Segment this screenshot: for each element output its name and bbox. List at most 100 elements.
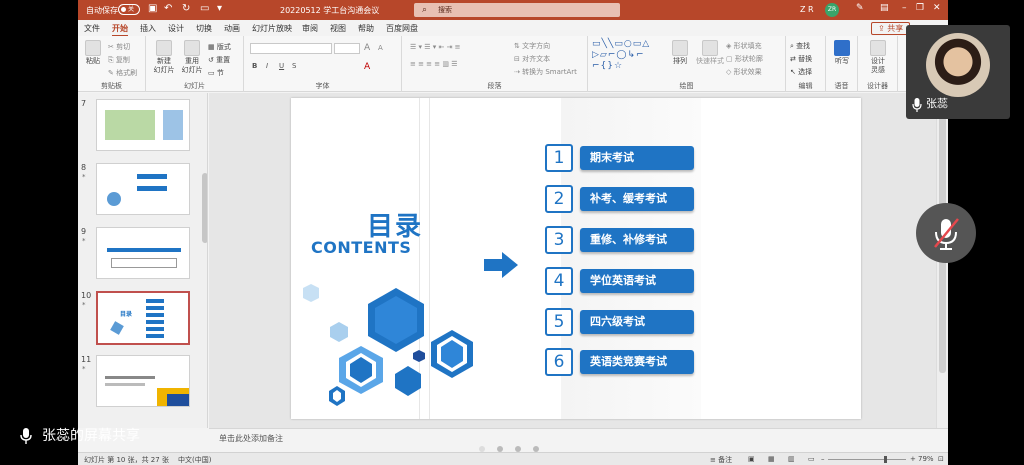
toc-item-label: 补考、缓考考试 — [580, 187, 694, 211]
slide-thumbnail-9[interactable] — [96, 227, 190, 279]
search-input[interactable]: ⌕ 搜索 — [414, 3, 620, 17]
notes-pane[interactable]: 单击此处添加备注 — [209, 428, 948, 452]
find-button[interactable]: ⌕ 查找 — [790, 41, 810, 51]
reset-button[interactable]: ↺ 重置 — [208, 55, 230, 65]
search-placeholder: 搜索 — [438, 6, 452, 14]
undo-icon[interactable]: ↶ — [164, 3, 172, 15]
fit-slide-icon[interactable]: ⊡ — [938, 455, 944, 463]
quick-styles-icon — [702, 40, 718, 56]
font-size-select[interactable] — [334, 43, 360, 54]
new-slide-icon — [156, 40, 172, 56]
zoom-slider[interactable] — [828, 456, 906, 463]
current-slide[interactable]: 目录 CONTENTS 1 期末考试 2 补考、缓考考试 3 重修、补修考试 4… — [291, 98, 861, 419]
quick-styles-button[interactable]: 快速样式 — [696, 40, 724, 66]
section-button[interactable]: ▭ 节 — [208, 68, 224, 78]
cut-button[interactable]: ✂ 剪切 — [108, 42, 130, 52]
designer-button[interactable]: 设计 灵感 — [864, 40, 892, 75]
notes-toggle[interactable]: ≡ 备注 — [710, 455, 732, 465]
user-avatar[interactable]: ZR — [825, 3, 839, 17]
normal-view-icon[interactable]: ▣ — [748, 455, 755, 463]
tab-review[interactable]: 审阅 — [302, 23, 318, 34]
tab-slideshow[interactable]: 幻灯片放映 — [252, 23, 292, 34]
toc-item-label: 英语类竞赛考试 — [580, 350, 694, 374]
document-title[interactable]: 20220512 学工台沟通会议 — [280, 5, 379, 16]
zoom-out-icon[interactable]: – — [821, 455, 825, 463]
slide-sorter-icon[interactable]: ▦ — [768, 455, 775, 463]
screen-share-text: 张蕊的屏幕共享 — [42, 428, 140, 444]
tab-help[interactable]: 帮助 — [358, 23, 374, 34]
thumb-number: 11 — [81, 355, 92, 364]
group-slides: 新建 幻灯片 重用 幻灯片 ▦ 版式 ↺ 重置 ▭ 节 幻灯片 — [146, 36, 244, 92]
align-text-button[interactable]: ⊟ 对齐文本 — [514, 54, 550, 64]
screen-share-label: 张蕊的屏幕共享 — [16, 424, 140, 448]
autosave-label: 自动保存 — [86, 6, 118, 15]
thumb-star: * — [82, 365, 86, 373]
tab-transitions[interactable]: 切换 — [196, 23, 212, 34]
share-button[interactable]: ⇪ 共享 — [871, 22, 911, 35]
tab-design[interactable]: 设计 — [168, 23, 184, 34]
font-color-icon[interactable]: A — [364, 62, 370, 72]
save-icon[interactable]: ▣ — [148, 3, 157, 15]
more-icon[interactable]: ▾ — [217, 3, 222, 15]
slide-thumbnail-11[interactable] — [96, 355, 190, 407]
group-label-designer: 设计器 — [867, 82, 888, 90]
font-name-select[interactable] — [250, 43, 332, 54]
redo-icon[interactable]: ↻ — [182, 3, 190, 15]
bullets-icon[interactable]: ☰ ▾ ☰ ▾ ⇤ ⇥ ≡ — [410, 43, 461, 51]
close-icon[interactable]: ✕ — [933, 3, 941, 13]
tab-file[interactable]: 文件 — [84, 23, 100, 34]
dictate-button[interactable]: 听写 — [830, 40, 854, 66]
arrange-button[interactable]: 排列 — [668, 40, 692, 66]
participant-video[interactable]: 张蕊 — [906, 25, 1010, 119]
tab-home[interactable]: 开始 — [112, 23, 128, 37]
new-slide-button[interactable]: 新建 幻灯片 — [152, 40, 176, 75]
shadow-button[interactable]: S — [292, 62, 296, 70]
mute-button[interactable] — [916, 203, 976, 263]
thumbnail-scrollbar[interactable] — [202, 173, 207, 243]
shape-outline-button[interactable]: ▢ 形状轮廓 — [726, 54, 763, 64]
slide-thumbnail-8[interactable] — [96, 163, 190, 215]
tab-animations[interactable]: 动画 — [224, 23, 240, 34]
restore-icon[interactable]: ❐ — [916, 3, 924, 13]
underline-button[interactable]: U — [279, 62, 284, 70]
shrink-font-button[interactable]: A — [378, 44, 383, 52]
reuse-slides-button[interactable]: 重用 幻灯片 — [180, 40, 204, 75]
ribbon-display-icon[interactable]: ▤ — [880, 3, 889, 13]
bold-button[interactable]: B — [252, 62, 257, 70]
slideshow-icon[interactable]: ▭ — [808, 455, 815, 463]
group-label-editing: 编辑 — [798, 82, 813, 90]
slide-thumbnail-10[interactable]: 目录 — [96, 291, 190, 345]
shapes-gallery[interactable]: ▭╲╲▭○▭△▷▱⌐◯↳⌐⌐{}☆ — [592, 39, 652, 73]
toc-item: 3 重修、补修考试 — [545, 226, 697, 254]
toc-item: 2 补考、缓考考试 — [545, 185, 697, 213]
tab-view[interactable]: 视图 — [330, 23, 346, 34]
grow-font-button[interactable]: A — [364, 43, 370, 53]
select-button[interactable]: ↖ 选择 — [790, 67, 812, 77]
paste-button[interactable]: 粘贴 — [82, 40, 104, 66]
language-indicator[interactable]: 中文(中国) — [178, 455, 211, 465]
autosave-toggle[interactable]: 关 — [118, 4, 140, 15]
group-clipboard: 粘贴 ✂ 剪切 ⎘ 复制 ✎ 格式刷 剪贴板 — [78, 36, 146, 92]
replace-button[interactable]: ⇄ 替换 — [790, 54, 812, 64]
tab-baidu-netdisk[interactable]: 百度网盘 — [386, 23, 418, 34]
thumb-number: 9 — [81, 227, 87, 236]
align-icon[interactable]: ≡ ≡ ≡ ≡ ▥ ☰ — [410, 60, 457, 68]
slide-thumbnail-7[interactable] — [96, 99, 190, 151]
zoom-slider-knob[interactable] — [884, 456, 887, 463]
copy-button[interactable]: ⎘ 复制 — [108, 55, 130, 65]
zoom-level[interactable]: 79% — [918, 455, 934, 463]
pen-icon[interactable]: ✎ — [856, 3, 864, 13]
text-direction-button[interactable]: ⇅ 文字方向 — [514, 41, 550, 51]
reading-view-icon[interactable]: ▥ — [788, 455, 795, 463]
shape-effects-button[interactable]: ◇ 形状效果 — [726, 67, 762, 77]
toc-item: 4 学位英语考试 — [545, 267, 697, 295]
italic-button[interactable]: I — [266, 62, 268, 70]
shape-fill-button[interactable]: ◈ 形状填充 — [726, 41, 762, 51]
present-icon[interactable]: ▭ — [200, 3, 209, 15]
zoom-in-icon[interactable]: + — [910, 455, 916, 463]
layout-button[interactable]: ▦ 版式 — [208, 42, 231, 52]
tab-insert[interactable]: 插入 — [140, 23, 156, 34]
minimize-icon[interactable]: – — [902, 3, 907, 13]
smartart-button[interactable]: ⇢ 转换为 SmartArt — [514, 67, 577, 77]
format-painter-button[interactable]: ✎ 格式刷 — [108, 68, 137, 78]
